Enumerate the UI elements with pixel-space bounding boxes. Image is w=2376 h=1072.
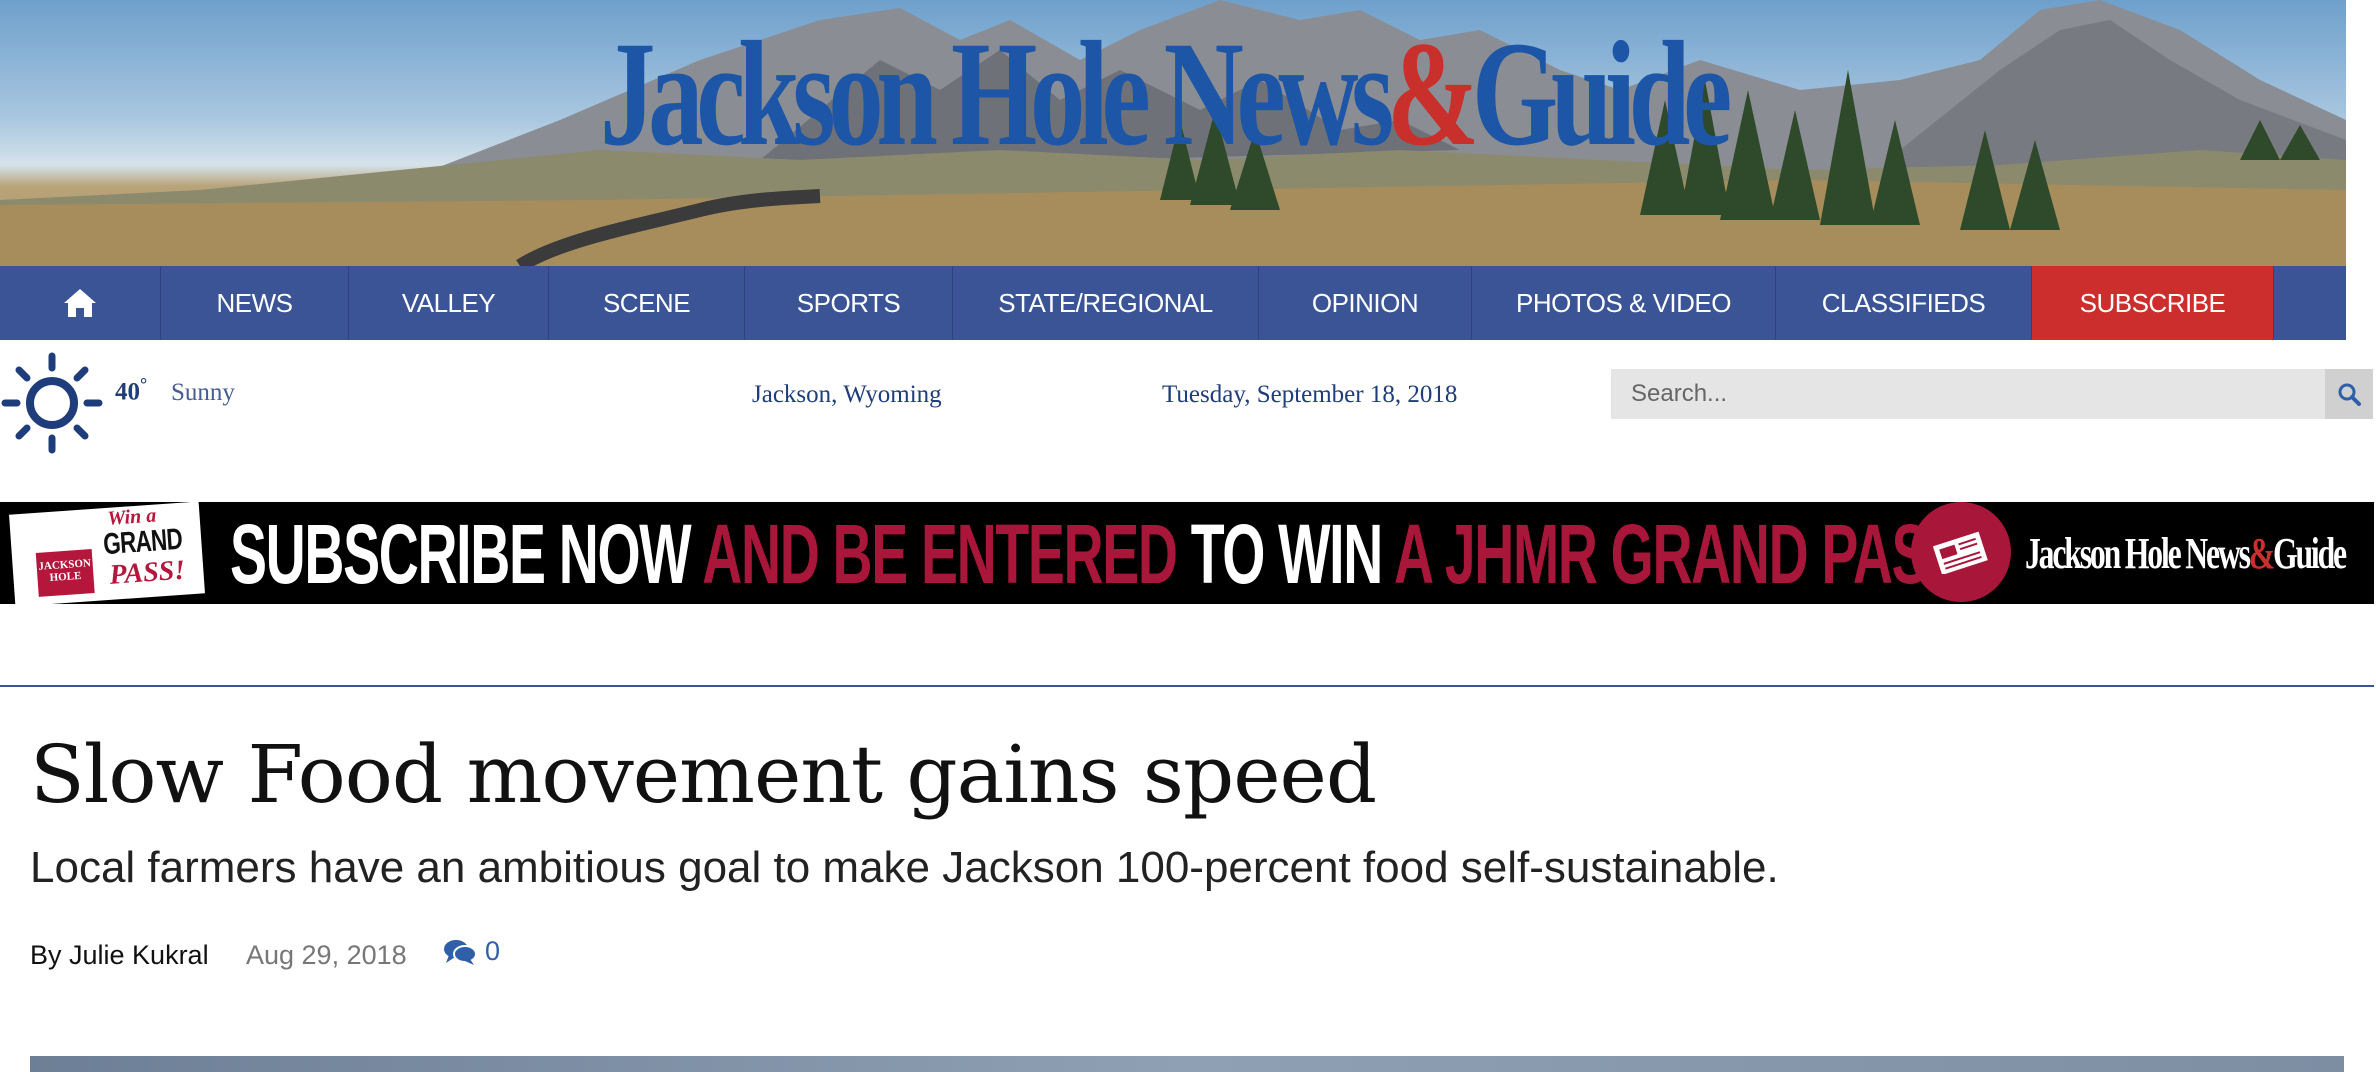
nav-item-sports[interactable]: SPORTS	[745, 266, 953, 340]
article-hero-image[interactable]	[30, 1056, 2344, 1072]
badge-logo: JACKSON HOLE	[35, 549, 95, 597]
subscribe-banner-ad[interactable]: JACKSON HOLE Win a GRAND PASS! SUBSCRIBE…	[0, 502, 2374, 604]
nav-item-classifieds[interactable]: CLASSIFIEDS	[1776, 266, 2032, 340]
site-title-main: Jackson Hole News	[600, 11, 1394, 177]
nav-item-valley[interactable]: VALLEY	[349, 266, 549, 340]
home-icon	[64, 289, 96, 317]
article-subhead: Local farmers have an ambitious goal to …	[30, 843, 1779, 892]
comments-icon	[444, 939, 477, 965]
nav-home[interactable]	[0, 266, 161, 340]
section-divider	[0, 685, 2374, 687]
banner-text-grand-pass: A JHMR GRAND PASS	[1394, 507, 1964, 601]
location-label: Jackson, Wyoming	[752, 381, 942, 408]
banner-brand-logo: Jackson Hole News&Guide	[2025, 524, 2347, 584]
weather-degree: °	[140, 374, 148, 394]
nav-item-photos-video[interactable]: PHOTOS & VIDEO	[1472, 266, 1776, 340]
banner-brand-guide: Guide	[2272, 529, 2347, 578]
banner-headline: SUBSCRIBE NOW AND BE ENTERED TO WIN A JH…	[230, 512, 1964, 596]
grand-pass-badge: JACKSON HOLE Win a GRAND PASS!	[9, 502, 205, 604]
weather-temp: 40°	[115, 374, 147, 406]
search-input[interactable]	[1611, 369, 2325, 419]
badge-pass-text: PASS!	[108, 554, 187, 591]
article-byline[interactable]: By Julie Kukral	[30, 940, 209, 971]
sun-icon	[1, 352, 103, 454]
search-icon	[2338, 383, 2361, 406]
weather-condition: Sunny	[171, 379, 235, 406]
main-nav: NEWS VALLEY SCENE SPORTS STATE/REGIONAL …	[0, 266, 2346, 340]
site-title[interactable]: Jackson Hole News&Guide	[600, 4, 1732, 184]
banner-text-subscribe-now: SUBSCRIBE NOW	[230, 507, 703, 601]
newspaper-icon	[1911, 502, 2011, 602]
nav-item-subscribe[interactable]: SUBSCRIBE	[2032, 266, 2274, 340]
nav-item-state-regional[interactable]: STATE/REGIONAL	[953, 266, 1259, 340]
nav-item-scene[interactable]: SCENE	[549, 266, 745, 340]
banner-text-be-entered: AND BE ENTERED	[702, 507, 1191, 601]
masthead[interactable]: Jackson Hole News&Guide	[0, 0, 2346, 266]
site-title-ampersand: &	[1386, 11, 1479, 177]
comment-count: 0	[485, 936, 501, 966]
weather-temp-value: 40	[115, 378, 140, 406]
banner-brand-main: Jackson Hole News	[2025, 529, 2251, 578]
article-date: Aug 29, 2018	[246, 940, 407, 970]
site-title-guide: Guide	[1471, 11, 1732, 177]
banner-brand-ampersand: &	[2248, 529, 2275, 578]
search-button[interactable]	[2325, 369, 2373, 419]
nav-item-news[interactable]: NEWS	[161, 266, 349, 340]
current-date: Tuesday, September 18, 2018	[1162, 381, 1458, 408]
article-headline: Slow Food movement gains speed	[30, 728, 1377, 821]
banner-text-to-win: TO WIN	[1190, 507, 1395, 601]
nav-item-opinion[interactable]: OPINION	[1259, 266, 1472, 340]
comments-link[interactable]: 0	[443, 936, 500, 967]
